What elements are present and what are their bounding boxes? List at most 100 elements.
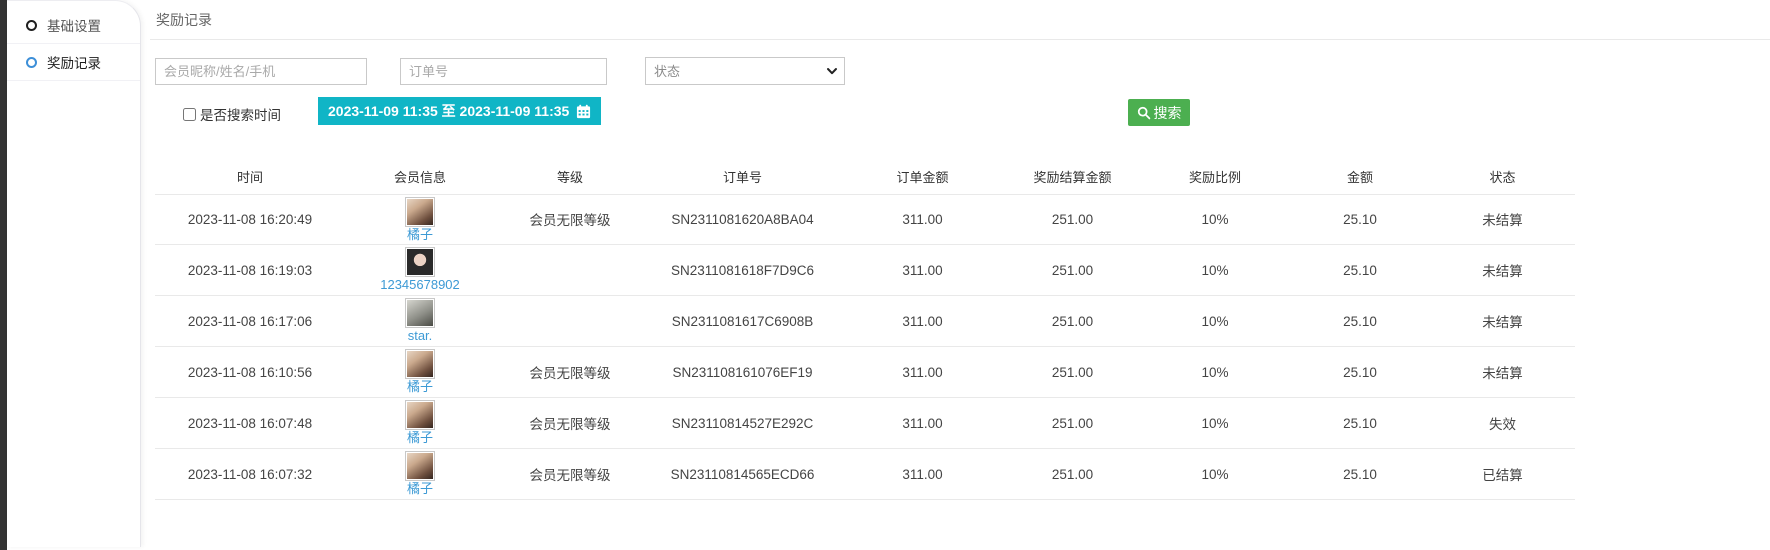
member-name-link[interactable]: 12345678902 [380, 278, 460, 293]
member-name-link[interactable]: star. [408, 329, 433, 344]
cell-ratio: 10% [1140, 347, 1290, 398]
avatar-image [407, 199, 433, 225]
cell-order-amount: 311.00 [840, 245, 1005, 296]
col-header-reward-amount: 奖励结算金额 [1005, 160, 1140, 194]
radio-circle-icon [26, 57, 37, 68]
cell-reward-amount: 251.00 [1005, 398, 1140, 449]
search-time-label: 是否搜索时间 [200, 104, 281, 124]
search-icon [1137, 106, 1151, 120]
search-time-toggle[interactable]: 是否搜索时间 [183, 104, 281, 124]
cell-level: 会员无限等级 [495, 398, 645, 449]
order-number-link[interactable]: SN2311081618F7D9C6 [645, 245, 840, 296]
cell-ratio: 10% [1140, 296, 1290, 347]
cell-time: 2023-11-08 16:07:32 [155, 449, 345, 500]
order-number-link[interactable]: SN2311081617C6908B [645, 296, 840, 347]
cell-member: 橘子 [345, 398, 495, 449]
search-time-checkbox[interactable] [183, 108, 196, 121]
cell-amount: 25.10 [1290, 245, 1430, 296]
cell-level: 会员无限等级 [495, 449, 645, 500]
status-badge: 未结算 [1430, 245, 1575, 296]
sidebar-item-label: 奖励记录 [47, 52, 101, 72]
sidebar-item-basic-settings[interactable]: 基础设置 [7, 7, 140, 44]
cell-member: 12345678902 [345, 245, 495, 296]
avatar-image [407, 249, 433, 275]
member-search-input[interactable] [155, 58, 367, 85]
member-name-link[interactable]: 橘子 [407, 380, 433, 395]
cell-order-amount: 311.00 [840, 398, 1005, 449]
cell-reward-amount: 251.00 [1005, 347, 1140, 398]
avatar-image [407, 300, 433, 326]
cell-amount: 25.10 [1290, 194, 1430, 245]
cell-ratio: 10% [1140, 245, 1290, 296]
col-header-order-amount: 订单金额 [840, 160, 1005, 194]
avatar[interactable] [405, 400, 435, 430]
avatar-image [407, 453, 433, 479]
cell-time: 2023-11-08 16:17:06 [155, 296, 345, 347]
order-number-link[interactable]: SN2311081620A8BA04 [645, 194, 840, 245]
cell-amount: 25.10 [1290, 398, 1430, 449]
status-badge: 失效 [1430, 398, 1575, 449]
cell-time: 2023-11-08 16:07:48 [155, 398, 345, 449]
cell-member: 橘子 [345, 449, 495, 500]
table-row: 2023-11-08 16:07:32 橘子 会员无限等级 SN23110814… [155, 449, 1575, 500]
cell-amount: 25.10 [1290, 347, 1430, 398]
order-number-link[interactable]: SN23110814527E292C [645, 398, 840, 449]
cell-time: 2023-11-08 16:20:49 [155, 194, 345, 245]
status-select[interactable]: 状态 [645, 57, 845, 85]
date-range-text: 2023-11-09 11:35 至 2023-11-09 11:35 [328, 101, 569, 121]
table-row: 2023-11-08 16:07:48 橘子 会员无限等级 SN23110814… [155, 398, 1575, 449]
avatar[interactable] [405, 298, 435, 328]
col-header-time: 时间 [155, 160, 345, 194]
cell-amount: 25.10 [1290, 296, 1430, 347]
avatar-image [407, 402, 433, 428]
avatar[interactable] [405, 349, 435, 379]
member-name-link[interactable]: 橘子 [407, 482, 433, 497]
order-number-input[interactable] [400, 58, 607, 85]
avatar[interactable] [405, 247, 435, 277]
calendar-icon [576, 104, 591, 119]
status-select-wrap: 状态 [645, 57, 845, 85]
status-badge: 未结算 [1430, 347, 1575, 398]
cell-ratio: 10% [1140, 398, 1290, 449]
sidebar-item-reward-records[interactable]: 奖励记录 [7, 44, 140, 81]
cell-level [495, 245, 645, 296]
cell-member: star. [345, 296, 495, 347]
cell-reward-amount: 251.00 [1005, 296, 1140, 347]
cell-member: 橘子 [345, 194, 495, 245]
table-row: 2023-11-08 16:17:06 star. SN2311081617C6… [155, 296, 1575, 347]
cell-order-amount: 311.00 [840, 347, 1005, 398]
order-number-link[interactable]: SN23110814565ECD66 [645, 449, 840, 500]
cell-level: 会员无限等级 [495, 347, 645, 398]
cell-reward-amount: 251.00 [1005, 245, 1140, 296]
cell-level [495, 296, 645, 347]
table-row: 2023-11-08 16:20:49 橘子 会员无限等级 SN23110816… [155, 194, 1575, 245]
col-header-status: 状态 [1430, 160, 1575, 194]
cell-reward-amount: 251.00 [1005, 194, 1140, 245]
cell-order-amount: 311.00 [840, 296, 1005, 347]
search-button[interactable]: 搜索 [1128, 99, 1190, 126]
sidebar-item-label: 基础设置 [47, 15, 101, 35]
order-number-link[interactable]: SN231108161076EF19 [645, 347, 840, 398]
col-header-ratio: 奖励比例 [1140, 160, 1290, 194]
status-badge: 未结算 [1430, 296, 1575, 347]
reward-records-table: 时间 会员信息 等级 订单号 订单金额 奖励结算金额 奖励比例 金额 状态 20… [155, 160, 1575, 500]
cell-order-amount: 311.00 [840, 194, 1005, 245]
cell-level: 会员无限等级 [495, 194, 645, 245]
table-header-row: 时间 会员信息 等级 订单号 订单金额 奖励结算金额 奖励比例 金额 状态 [155, 160, 1575, 194]
search-button-label: 搜索 [1154, 103, 1182, 123]
col-header-member: 会员信息 [345, 160, 495, 194]
cell-reward-amount: 251.00 [1005, 449, 1140, 500]
cell-member: 橘子 [345, 347, 495, 398]
member-name-link[interactable]: 橘子 [407, 431, 433, 446]
member-name-link[interactable]: 橘子 [407, 228, 433, 243]
radio-circle-icon [26, 20, 37, 31]
cell-ratio: 10% [1140, 194, 1290, 245]
col-header-level: 等级 [495, 160, 645, 194]
table-row: 2023-11-08 16:10:56 橘子 会员无限等级 SN23110816… [155, 347, 1575, 398]
col-header-amount: 金额 [1290, 160, 1430, 194]
cell-order-amount: 311.00 [840, 449, 1005, 500]
date-range-button[interactable]: 2023-11-09 11:35 至 2023-11-09 11:35 [318, 97, 601, 125]
avatar[interactable] [405, 451, 435, 481]
avatar[interactable] [405, 197, 435, 227]
window-edge-strip [0, 0, 7, 550]
